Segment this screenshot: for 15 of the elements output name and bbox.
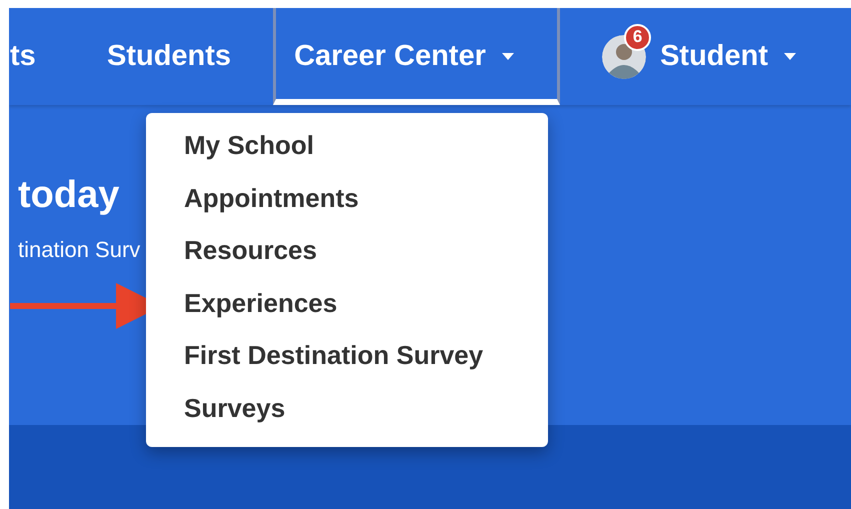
menu-item[interactable]: Surveys bbox=[184, 392, 286, 423]
nav-tab[interactable]: Career Center bbox=[273, 8, 560, 105]
nav-tab[interactable]: 6 Student bbox=[582, 8, 806, 105]
menu-item[interactable]: My School bbox=[184, 130, 314, 160]
menu-item[interactable]: First Destination Survey bbox=[184, 340, 484, 370]
hero-heading: today bbox=[18, 173, 120, 217]
nav-tab[interactable]: ts bbox=[9, 8, 87, 105]
menu-item[interactable]: Appointments bbox=[184, 182, 359, 213]
nav-tab[interactable]: Students bbox=[87, 8, 252, 105]
caret-icon bbox=[784, 53, 796, 60]
menu-item[interactable]: Resources bbox=[184, 235, 317, 266]
menu-item[interactable]: Experiences bbox=[184, 288, 338, 318]
caret-icon bbox=[502, 53, 514, 60]
notification-badge: 6 bbox=[624, 24, 652, 50]
hero-subtitle: tination Surv bbox=[18, 237, 142, 263]
